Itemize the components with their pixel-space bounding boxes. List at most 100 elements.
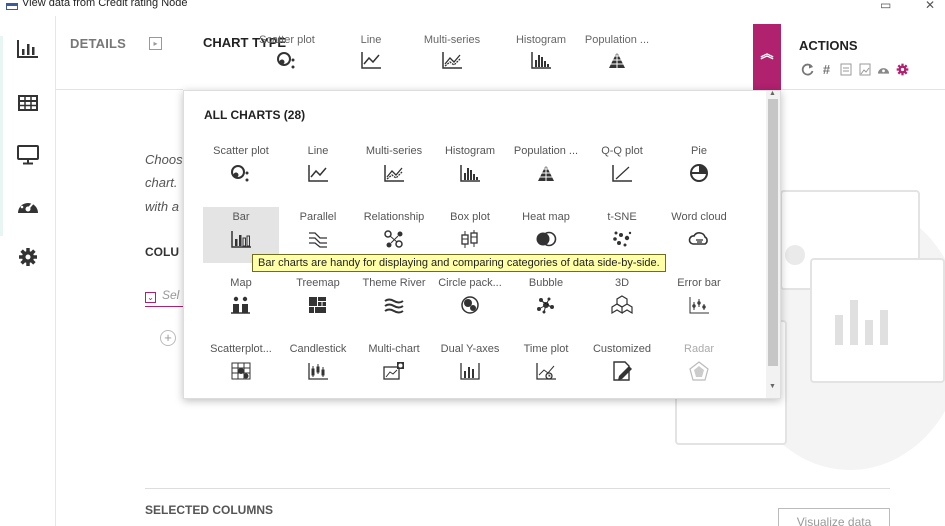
hint-line-3: with a: [145, 199, 179, 214]
column-select[interactable]: ⌄ Sel: [145, 288, 179, 303]
settings-icon[interactable]: [896, 62, 909, 76]
chart-option-label: Word cloud: [671, 211, 727, 223]
histogram-icon: [530, 50, 552, 70]
scatter-icon: [276, 50, 298, 70]
dashboard-icon[interactable]: [877, 62, 890, 76]
candlestick-icon: [307, 361, 329, 381]
column-select-placeholder: Sel: [162, 288, 180, 302]
table-icon[interactable]: [15, 90, 41, 116]
chart-option-label: 3D: [614, 277, 630, 289]
chart-option-customized[interactable]: Customized: [584, 339, 660, 395]
multi-series-icon: [441, 50, 463, 70]
population-icon: [535, 163, 557, 183]
minimize-button[interactable]: ▭: [880, 0, 891, 12]
map-icon: [230, 295, 252, 315]
chart-option-3d[interactable]: 3D: [584, 273, 660, 329]
chart-option-label: t-SNE: [607, 211, 637, 223]
chart-type-multi-series[interactable]: Multi-series: [412, 34, 492, 70]
chart-type-population[interactable]: Population ...: [577, 34, 657, 70]
close-button[interactable]: ✕: [925, 0, 935, 12]
chart-option-scatterplot-matrix[interactable]: Scatterplot...: [203, 339, 279, 395]
bubble-icon: [535, 295, 557, 315]
chart-option-time-plot[interactable]: Time plot: [508, 339, 584, 395]
chart-option-pie[interactable]: Pie: [661, 141, 737, 197]
monitor-icon[interactable]: [15, 142, 41, 168]
chart-option-label: Q-Q plot: [601, 145, 643, 157]
chart-type-label: Multi-series: [423, 34, 481, 46]
chart-icon[interactable]: [15, 36, 41, 62]
gear-icon[interactable]: [15, 244, 41, 270]
qq-plot-icon: [611, 163, 633, 183]
hash-icon[interactable]: #: [820, 62, 833, 77]
chart-option-label: Multi-series: [365, 145, 423, 157]
collapse-button[interactable]: ︽: [753, 24, 781, 90]
placeholder-bar-card: [810, 258, 945, 383]
chart-option-line[interactable]: Line: [280, 141, 356, 197]
dual-y-axes-icon: [459, 361, 481, 381]
refresh-icon[interactable]: [801, 62, 814, 76]
theme-river-icon: [383, 295, 405, 315]
actions-toolbar: #: [801, 62, 909, 77]
chart-option-label: Bubble: [528, 277, 564, 289]
bar-chart-tooltip: Bar charts are handy for displaying and …: [252, 254, 666, 272]
chart-option-treemap[interactable]: Treemap: [280, 273, 356, 329]
chart-type-line[interactable]: Line: [331, 34, 411, 70]
chart-option-scatter[interactable]: Scatter plot: [203, 141, 279, 197]
chart-option-map[interactable]: Map: [203, 273, 279, 329]
chart-option-multi-chart[interactable]: Multi-chart: [356, 339, 432, 395]
3d-icon: [611, 295, 633, 315]
chart-option-circle-pack[interactable]: Circle pack...: [432, 273, 508, 329]
scrollbar-thumb[interactable]: [768, 99, 778, 366]
all-charts-dropdown: ALL CHARTS (28) Scatter plot Line Multi-se…: [183, 90, 781, 399]
parallel-icon: [307, 229, 329, 249]
customized-icon: [611, 361, 633, 381]
scroll-up-icon[interactable]: ▲: [769, 90, 776, 97]
expand-icon[interactable]: ▸: [149, 37, 162, 50]
chart-option-label: Theme River: [362, 277, 426, 289]
all-charts-title: ALL CHARTS (28): [204, 108, 306, 122]
chart-option-label: Multi-chart: [368, 343, 420, 355]
bar-icon: [230, 229, 252, 249]
dashboard-icon[interactable]: [15, 193, 41, 219]
select-underline: [145, 306, 185, 307]
document-icon[interactable]: [839, 62, 852, 76]
line-icon: [307, 163, 329, 183]
word-cloud-icon: [688, 229, 710, 249]
chart-option-label: Scatterplot...: [210, 343, 272, 355]
chart-type-scatter[interactable]: Scatter plot: [247, 34, 327, 70]
scroll-down-icon[interactable]: ▼: [769, 383, 776, 390]
multi-series-icon: [383, 163, 405, 183]
relationship-icon: [383, 229, 405, 249]
column-select-icon: ⌄: [145, 292, 156, 303]
chart-option-word-cloud[interactable]: Word cloud: [661, 207, 737, 263]
scatter-icon: [230, 163, 252, 183]
visualize-data-button[interactable]: Visualize data: [778, 508, 890, 526]
chart-option-label: Population ...: [513, 145, 579, 157]
divider: [145, 488, 890, 489]
chart-option-histogram[interactable]: Histogram: [432, 141, 508, 197]
chart-option-bubble[interactable]: Bubble: [508, 273, 584, 329]
circle-pack-icon: [459, 295, 481, 315]
histogram-icon: [459, 163, 481, 183]
chart-type-label: Line: [360, 34, 382, 46]
actions-title: ACTIONS: [799, 38, 858, 53]
time-plot-icon: [535, 361, 557, 381]
image-icon[interactable]: [858, 62, 871, 76]
chart-option-qq-plot[interactable]: Q-Q plot: [584, 141, 660, 197]
placeholder-dot: [785, 245, 805, 265]
chart-option-error-bar[interactable]: Error bar: [661, 273, 737, 329]
chart-option-dual-y-axes[interactable]: Dual Y-axes: [432, 339, 508, 395]
population-icon: [606, 50, 628, 70]
chart-option-multi-series[interactable]: Multi-series: [356, 141, 432, 197]
chart-option-theme-river[interactable]: Theme River: [356, 273, 432, 329]
rail-stripe: [0, 36, 3, 236]
chart-option-population[interactable]: Population ...: [508, 141, 584, 197]
left-rail: [0, 16, 56, 526]
details-tab[interactable]: DETAILS: [70, 36, 126, 51]
chart-option-radar[interactable]: Radar: [661, 339, 737, 395]
chart-option-candlestick[interactable]: Candlestick: [280, 339, 356, 395]
chart-type-histogram[interactable]: Histogram: [501, 34, 581, 70]
add-column-icon[interactable]: +: [160, 330, 176, 346]
dropdown-scrollbar[interactable]: ▲ ▼: [766, 90, 780, 398]
chart-type-label: Population ...: [584, 34, 650, 46]
